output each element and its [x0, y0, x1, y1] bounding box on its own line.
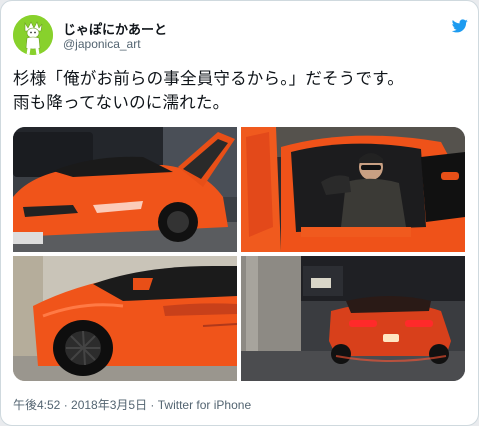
tweet-text-line: 雨も降ってないのに濡れた。	[13, 94, 230, 112]
tweet-date[interactable]: 2018年3月5日	[71, 398, 147, 412]
user-handle[interactable]: @japonica_art	[63, 37, 141, 51]
photo-car-side-closeup[interactable]	[13, 256, 237, 381]
twitter-bird-icon[interactable]	[451, 19, 468, 33]
avatar[interactable]	[13, 15, 53, 55]
tweet-text: 杉様「俺がお前らの事全員守るから。」だそうです。 雨も降ってないのに濡れた。	[13, 67, 468, 115]
tweet-card: じゃぽにかあーと @japonica_art 杉様「俺がお前らの事全員守るから。…	[0, 0, 479, 426]
media-grid	[13, 127, 465, 381]
photo-driver-in-car[interactable]	[241, 127, 465, 252]
tweet-time[interactable]: 午後4:52	[13, 398, 60, 412]
tweet-text-line: 杉様「俺がお前らの事全員守るから。」だそうです。	[13, 70, 404, 88]
photo-car-rear-night[interactable]	[241, 256, 465, 381]
tweet-metadata: 午後4:52 · 2018年3月5日 · Twitter for iPhone	[13, 396, 251, 413]
tweet-source[interactable]: Twitter for iPhone	[158, 398, 251, 412]
avatar-figure-icon	[13, 15, 53, 55]
user-display-name[interactable]: じゃぽにかあーと	[63, 19, 167, 38]
meta-separator: ·	[60, 398, 72, 412]
photo-car-doors-open[interactable]	[13, 127, 237, 252]
meta-separator: ·	[147, 398, 158, 412]
